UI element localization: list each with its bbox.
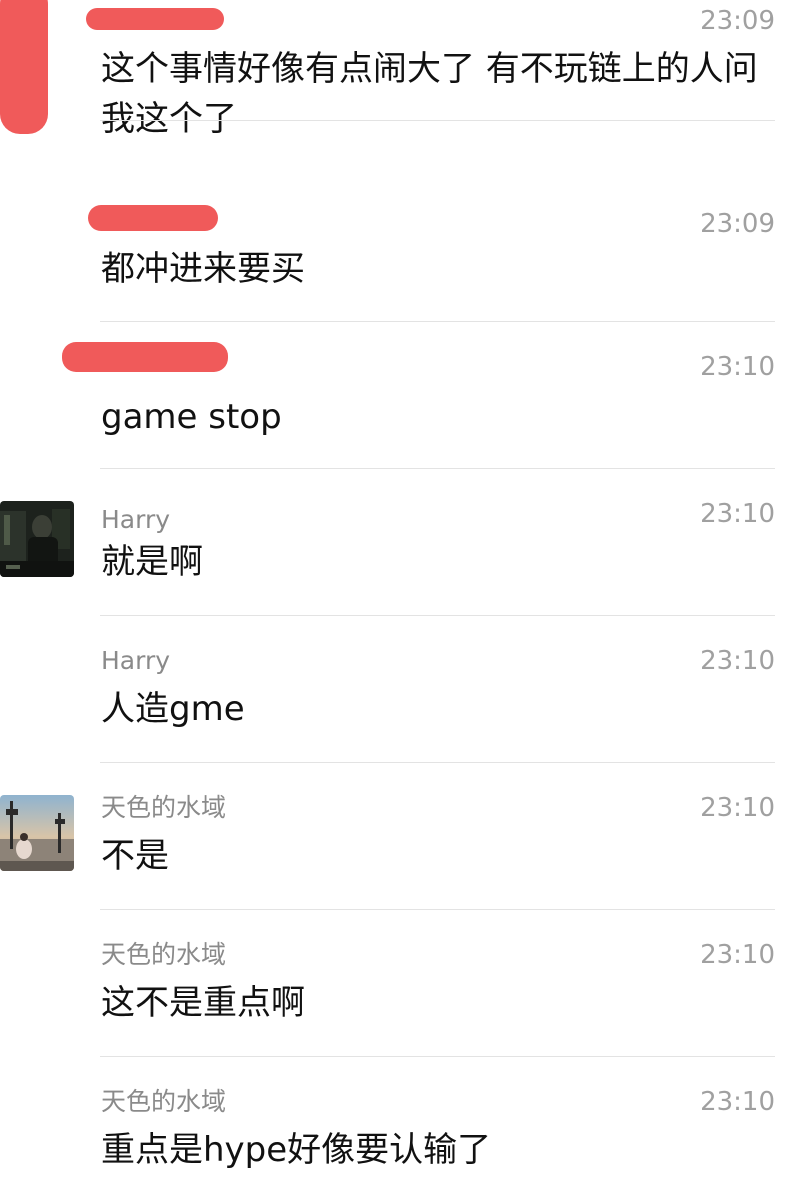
message-text: 就是啊 [101,542,203,582]
redacted-sender-name [88,205,218,231]
message-text: game stop [101,397,282,437]
harry-avatar-image [0,501,74,577]
redacted-sender-name [62,342,228,372]
message-item[interactable]: 23:09 这个事情好像有点闹大了 有不玩链上的人问我这个了 [0,0,811,139]
sender-name: 天色的水域 [101,940,227,969]
message-time: 23:10 [700,940,775,970]
sender-name: 天色的水域 [101,793,227,822]
message-item[interactable]: 23:09 都冲进来要买 [0,175,811,322]
message-time: 23:09 [700,209,775,239]
message-text: 这不是重点啊 [101,983,305,1023]
message-text: 重点是hype好像要认输了 [101,1130,492,1170]
message-item[interactable]: Harry 23:10 人造gme [0,616,811,763]
sunset-avatar-image [0,795,74,871]
message-time: 23:10 [700,1087,775,1117]
redacted-avatar [0,0,48,134]
message-item[interactable]: Harry 23:10 就是啊 [0,469,811,616]
message-time: 23:10 [700,793,775,823]
sender-name: Harry [101,646,171,675]
message-text: 都冲进来要买 [101,249,305,289]
avatar[interactable] [0,795,74,871]
message-time: 23:10 [700,646,775,676]
message-time: 23:10 [700,352,775,382]
message-text: 不是 [101,836,169,876]
divider [100,120,775,121]
message-item[interactable]: 天色的水域 23:10 重点是hype好像要认输了 [0,1057,811,1204]
message-text: 这个事情好像有点闹大了 有不玩链上的人问我这个了 [101,49,758,139]
message-time: 23:10 [700,499,775,529]
message-item[interactable]: 天色的水域 23:10 不是 [0,763,811,910]
sender-name: 天色的水域 [101,1087,227,1116]
sender-name: Harry [101,505,171,534]
message-time: 23:09 [700,6,775,36]
redacted-sender-name [86,8,224,30]
message-text: 人造gme [101,689,245,729]
message-item[interactable]: 天色的水域 23:10 这不是重点啊 [0,910,811,1057]
message-item[interactable]: 23:10 game stop [0,322,811,469]
avatar[interactable] [0,501,74,577]
